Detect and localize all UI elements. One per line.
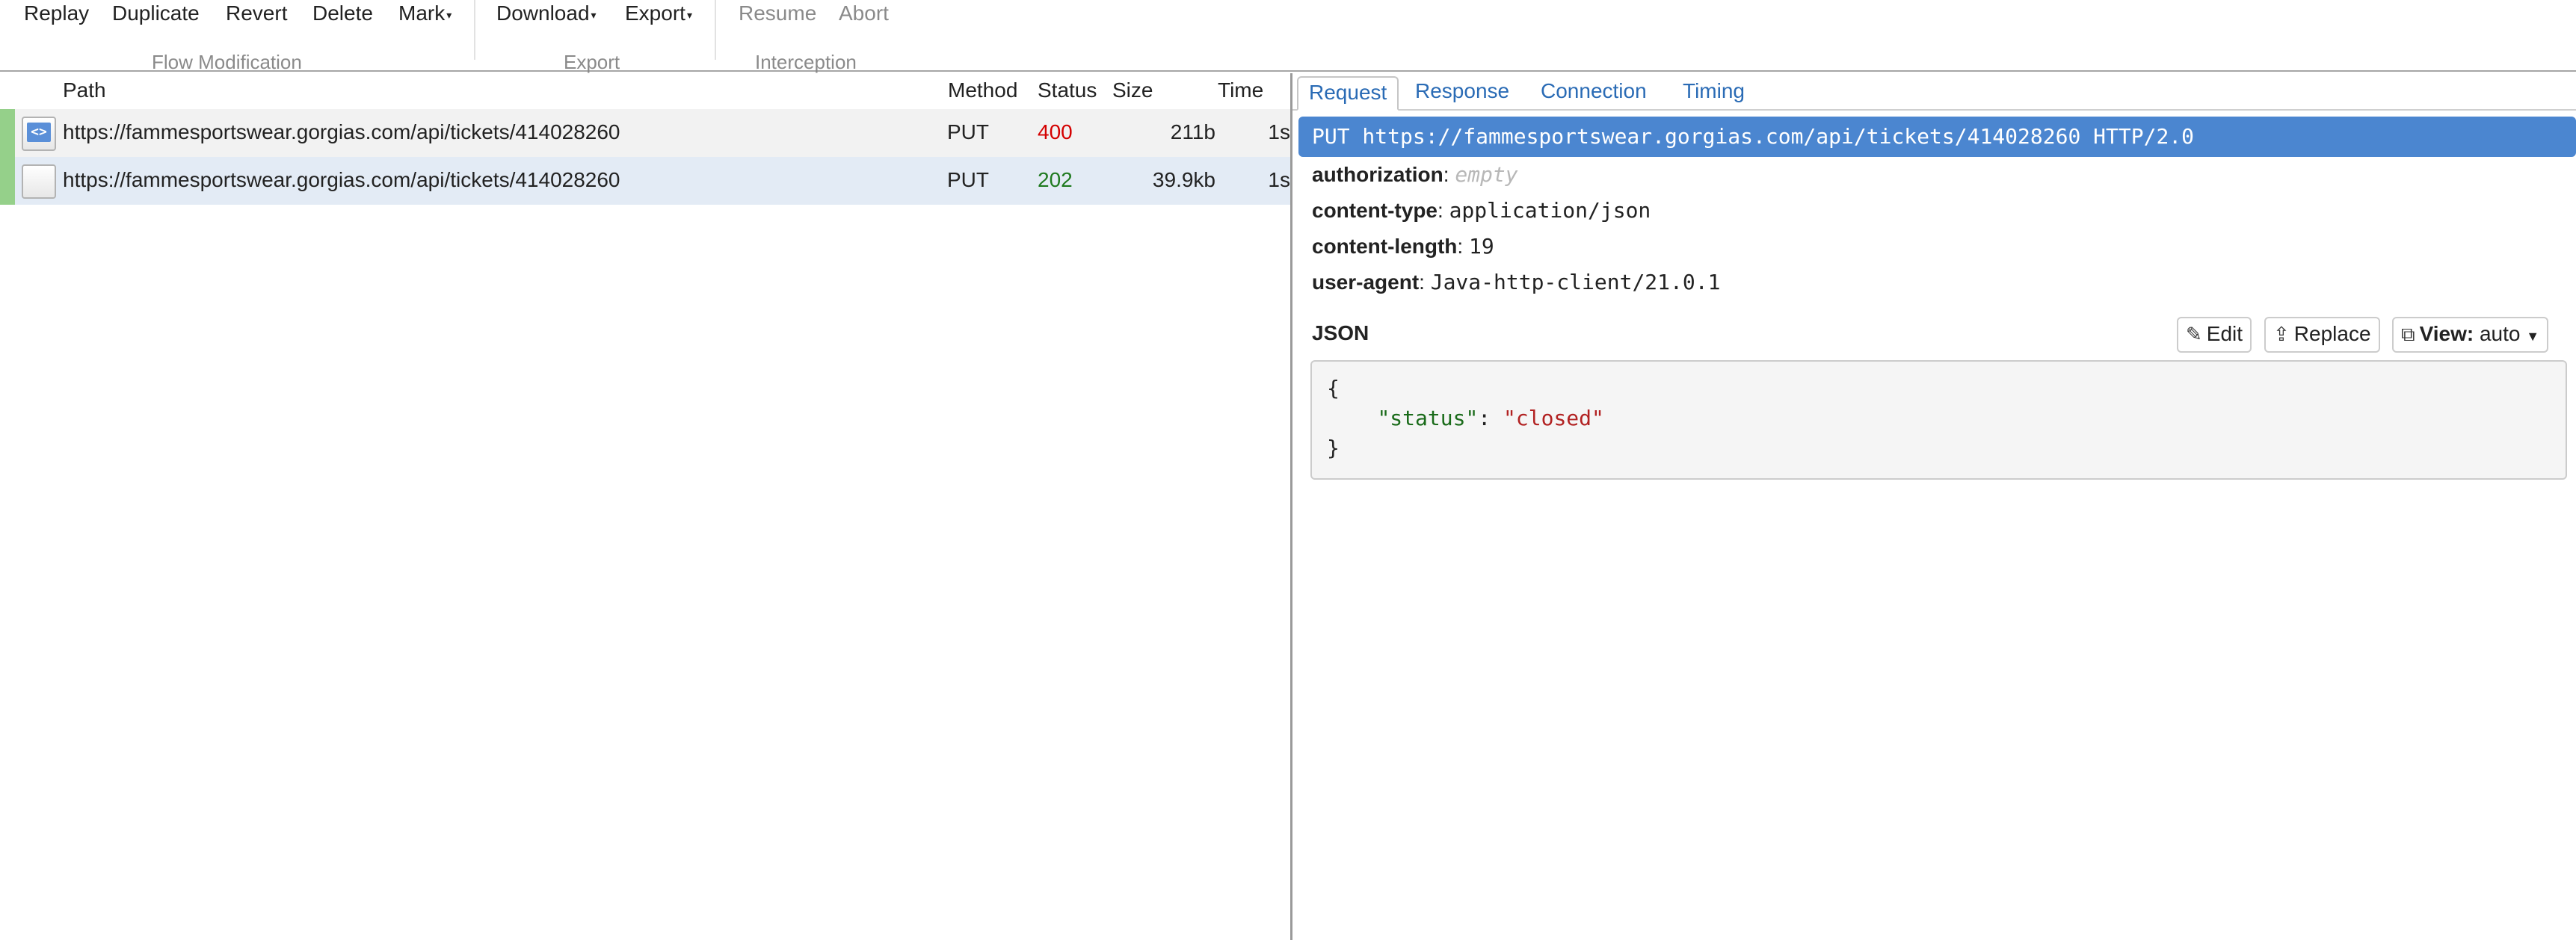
replace-label: Replace [2293,322,2371,345]
caret-down-icon: ▾ [591,8,597,21]
edit-button[interactable]: ✎ Edit [2177,317,2252,353]
header-row-authorization: authorization: empty [1312,162,1518,187]
header-row-user-agent: user-agent: Java-http-client/21.0.1 [1312,270,1721,294]
mark-button[interactable]: Mark ▾ [398,0,452,28]
flow-table: Path Method Status Size Time https://fam… [0,73,1290,940]
flow-status: 400 [1038,120,1073,143]
column-header-size[interactable]: Size [1112,78,1153,103]
mark-label: Mark [398,1,446,25]
header-name: authorization [1312,163,1443,186]
replay-button[interactable]: Replay [24,0,89,27]
flow-modification-title: Flow Modification [152,51,302,73]
json-body-viewer[interactable]: { "status": "closed" } [1310,360,2567,480]
flow-status: 202 [1038,168,1073,191]
header-value[interactable]: empty [1455,162,1517,187]
json-value: "closed" [1503,406,1604,430]
download-label: Download [496,1,590,25]
edit-icon: ✎ [2186,323,2202,345]
json-close-brace: } [1327,436,1340,460]
request-line: PUT https://fammesportswear.gorgias.com/… [1298,117,2576,157]
header-value[interactable]: Java-http-client/21.0.1 [1431,270,1721,294]
flow-size: 39.9kb [1152,168,1215,191]
view-mode-value: auto [2479,322,2521,345]
table-row[interactable]: https://fammesportswear.gorgias.com/api/… [0,109,1290,157]
flow-method: PUT [947,120,989,143]
table-row[interactable]: https://fammesportswear.gorgias.com/api/… [0,157,1290,205]
flow-path: https://fammesportswear.gorgias.com/api/… [63,168,620,191]
tab-request[interactable]: Request [1297,76,1399,111]
edit-label: Edit [2206,322,2243,345]
abort-button[interactable]: Abort [839,0,889,27]
flow-time: 1s [1268,120,1290,143]
header-value[interactable]: 19 [1469,234,1494,259]
flow-method: PUT [947,168,989,191]
upload-icon: ⇪ [2273,323,2290,345]
copy-icon: ⧉ [2401,323,2415,345]
flow-marker [0,157,15,205]
interception-group: Resume Abort Interception [716,0,940,73]
export-button[interactable]: Export ▾ [625,0,692,28]
detail-tabs: Request Response Connection Timing [1292,73,2576,111]
revert-button[interactable]: Revert [226,0,287,27]
flow-marker [0,109,15,157]
tab-connection[interactable]: Connection [1530,76,1657,111]
view-label: View: [2419,322,2474,345]
flow-table-header: Path Method Status Size Time [0,73,1290,109]
flow-time: 1s [1268,168,1290,191]
body-format-label: JSON [1312,321,1369,344]
view-mode-dropdown[interactable]: ⧉ View: auto ▼ [2392,317,2549,353]
column-header-time[interactable]: Time [1218,78,1263,103]
header-row-content-length: content-length: 19 [1312,234,1494,259]
interception-title: Interception [755,51,857,73]
export-label: Export [625,1,685,25]
toolbar: Replay Duplicate Revert Delete Mark ▾ Flo… [0,0,2576,73]
blank-document-icon [22,164,56,199]
duplicate-button[interactable]: Duplicate [112,0,200,27]
delete-button[interactable]: Delete [312,0,373,27]
flow-modification-group: Replay Duplicate Revert Delete Mark ▾ Flo… [0,0,471,73]
json-open-brace: { [1327,376,1340,401]
replace-button[interactable]: ⇪ Replace [2264,317,2380,353]
header-name: content-type [1312,199,1438,222]
html-document-icon [22,117,56,151]
header-name: user-agent [1312,270,1420,294]
json-key: "status" [1377,406,1479,430]
header-row-content-type: content-type: application/json [1312,198,1651,223]
export-title: Export [564,51,620,73]
flow-size: 211b [1170,120,1215,143]
caret-down-icon: ▼ [2526,329,2540,344]
caret-down-icon: ▾ [686,8,692,21]
resume-button[interactable]: Resume [739,0,816,27]
header-value[interactable]: application/json [1449,198,1651,223]
download-button[interactable]: Download ▾ [496,0,597,28]
column-header-status[interactable]: Status [1038,78,1097,103]
header-name: content-length [1312,235,1458,258]
export-group: Download ▾ Export ▾ Export [475,0,715,73]
flow-path: https://fammesportswear.gorgias.com/api/… [63,120,620,143]
tab-timing[interactable]: Timing [1672,76,1755,111]
column-header-path[interactable]: Path [63,78,106,103]
caret-down-icon: ▾ [446,8,452,21]
flow-detail-pane: Request Response Connection Timing PUT h… [1292,73,2576,940]
tab-response[interactable]: Response [1405,76,1520,111]
column-header-method[interactable]: Method [948,78,1017,103]
